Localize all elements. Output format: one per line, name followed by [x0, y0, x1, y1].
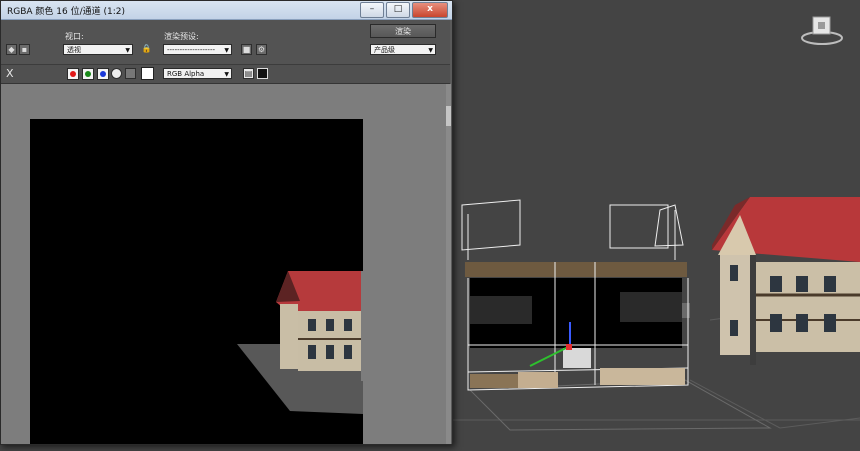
minimize-button[interactable]: – — [360, 2, 384, 18]
house-model-right — [712, 197, 860, 365]
monochrome-icon[interactable] — [125, 68, 136, 79]
green-dot-icon — [85, 71, 91, 77]
copy-image-icon[interactable]: ▪ — [19, 44, 30, 55]
window-title: RGBA 颜色 16 位/通道 (1:2) — [7, 7, 125, 17]
blue-channel-button[interactable] — [97, 68, 109, 80]
chevron-down-icon: ▼ — [125, 47, 130, 54]
channel-toolbar: X RGB Alpha ▼ ▤ — [1, 65, 450, 84]
render-mode-dropdown[interactable]: 产品级 ▼ — [370, 44, 436, 55]
display-toggle-icon[interactable] — [257, 68, 268, 79]
red-dot-icon — [70, 71, 76, 77]
close-button[interactable]: x — [412, 2, 448, 18]
chevron-down-icon: ▼ — [224, 47, 229, 54]
lock-icon[interactable]: 🔒 — [141, 44, 152, 55]
viewcube-icon[interactable] — [800, 14, 844, 46]
viewport-dropdown[interactable]: 透视 ▼ — [63, 44, 133, 55]
blue-dot-icon — [100, 71, 106, 77]
alpha-channel-icon[interactable] — [111, 68, 122, 79]
channel-dropdown[interactable]: RGB Alpha ▼ — [163, 68, 232, 79]
render-button[interactable]: 渲染 — [370, 24, 436, 38]
maximize-button[interactable]: □ — [386, 2, 410, 18]
window-controls: – □ x — [360, 2, 448, 18]
print-icon[interactable]: ▤ — [243, 68, 254, 79]
window-titlebar[interactable]: RGBA 颜色 16 位/通道 (1:2) – □ x — [1, 1, 452, 20]
render-toolbar: ◆ ▪ 视口: 透视 ▼ 🔒 渲染预设: -------------------… — [1, 20, 450, 65]
chevron-down-icon: ▼ — [224, 71, 229, 78]
viewport-dropdown-value: 透视 — [67, 46, 81, 54]
viewport-scene — [450, 197, 860, 431]
rendered-image — [30, 119, 363, 444]
render-mode-value: 产品级 — [374, 46, 395, 54]
preset-dropdown-value: ------------------- — [167, 46, 215, 54]
clear-icon[interactable]: X — [6, 67, 14, 80]
color-swatch[interactable] — [141, 67, 154, 80]
green-channel-button[interactable] — [82, 68, 94, 80]
environment-icon[interactable]: ⚙ — [256, 44, 267, 55]
preset-dropdown[interactable]: ------------------- ▼ — [163, 44, 232, 55]
preset-label: 渲染预设: — [164, 32, 199, 41]
scrollbar-thumb[interactable] — [446, 106, 451, 126]
render-frame-window[interactable]: RGBA 颜色 16 位/通道 (1:2) – □ x ◆ ▪ 视口: 透视 ▼… — [0, 0, 453, 445]
selected-building-wireframe — [461, 199, 690, 391]
vertical-scrollbar[interactable] — [446, 84, 451, 444]
render-canvas[interactable] — [1, 84, 446, 444]
render-setup-icon[interactable]: ■ — [241, 44, 252, 55]
rendered-house — [237, 271, 363, 414]
chevron-down-icon: ▼ — [428, 47, 433, 54]
save-image-icon[interactable]: ◆ — [6, 44, 17, 55]
viewport-label: 视口: — [65, 32, 84, 41]
red-channel-button[interactable] — [67, 68, 79, 80]
channel-dropdown-value: RGB Alpha — [167, 70, 205, 78]
